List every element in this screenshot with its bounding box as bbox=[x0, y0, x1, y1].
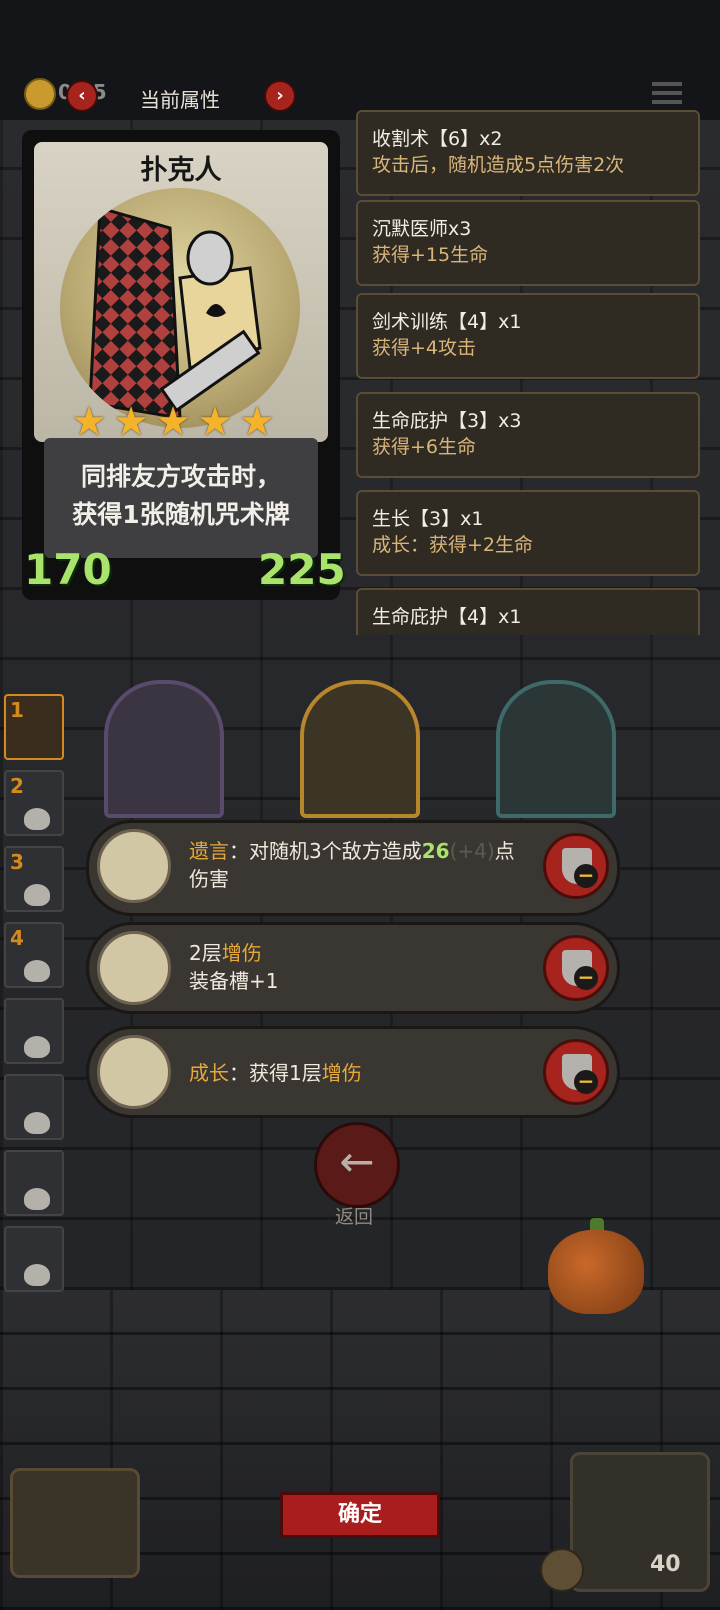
attribute-desc: 获得+15生命 bbox=[372, 244, 489, 266]
effect-prefix: 2层 bbox=[189, 941, 222, 965]
effect-keyword: 遗言 bbox=[189, 839, 229, 863]
next-tab-button[interactable]: › bbox=[264, 80, 296, 112]
crystal-icon bbox=[97, 1035, 171, 1109]
minus-icon: − bbox=[574, 864, 598, 888]
skull-icon bbox=[24, 960, 50, 982]
lineup-slot[interactable]: 1 bbox=[4, 694, 64, 760]
chevron-right-icon: › bbox=[276, 85, 284, 106]
lineup-slot[interactable]: 3 bbox=[4, 846, 64, 912]
skull-icon bbox=[24, 1036, 50, 1058]
trophy-icon bbox=[540, 1548, 584, 1592]
health-value: 225 bbox=[258, 545, 346, 594]
opponent-hud-right[interactable] bbox=[570, 1452, 710, 1592]
attribute-desc: 成长：获得+2生命 bbox=[372, 534, 534, 556]
slot-number: 2 bbox=[10, 774, 24, 798]
effect-row-growth[interactable]: 成长：获得1层增伤 − bbox=[86, 1026, 620, 1118]
tab-title: 当前属性 bbox=[140, 88, 220, 112]
attribute-desc: 获得+4攻击 bbox=[372, 337, 477, 359]
top-bar-background bbox=[0, 0, 720, 120]
attribute-name: 生长【3】x1 bbox=[372, 508, 484, 530]
attribute-item[interactable]: 生长【3】x1 成长：获得+2生命 bbox=[356, 490, 700, 576]
card-name: 扑克人 bbox=[140, 155, 222, 186]
attribute-desc: 攻击后，随机造成5点伤害2次 bbox=[372, 154, 625, 176]
coin-icon bbox=[24, 78, 56, 110]
effect-keyword: 增伤 bbox=[221, 941, 262, 965]
remove-effect-button[interactable]: − bbox=[543, 833, 609, 899]
slot-number: 3 bbox=[10, 850, 24, 874]
slot-number: 4 bbox=[10, 926, 24, 950]
card-description-line-2: 获得1张随机咒术牌 bbox=[72, 500, 290, 529]
lineup-slot[interactable] bbox=[4, 1226, 64, 1292]
minus-icon: − bbox=[574, 1070, 598, 1094]
attribute-list[interactable]: 收割术【6】x2 攻击后，随机造成5点伤害2次 沉默医师x3 获得+15生命 剑… bbox=[356, 110, 702, 635]
effect-row-damage-boost[interactable]: 2层增伤 装备槽+1 − bbox=[86, 922, 620, 1014]
heart-value: 40 bbox=[650, 1552, 681, 1577]
attribute-name: 收割术【6】x2 bbox=[372, 128, 503, 150]
minus-icon: − bbox=[574, 966, 598, 990]
poker-man-illustration bbox=[88, 206, 262, 420]
attribute-desc: 获得+6生命 bbox=[372, 436, 477, 458]
lineup-slot[interactable]: 4 bbox=[4, 922, 64, 988]
board-unit-portrait[interactable] bbox=[300, 680, 420, 818]
card-portrait bbox=[60, 188, 300, 428]
remove-effect-button[interactable]: − bbox=[543, 1039, 609, 1105]
chevron-left-icon: ‹ bbox=[78, 85, 86, 106]
lineup-slot[interactable] bbox=[4, 1074, 64, 1140]
lineup-slot[interactable]: 2 bbox=[4, 770, 64, 836]
attribute-item[interactable]: 沉默医师x3 获得+15生命 bbox=[356, 200, 700, 286]
effect-text-a: ：获得1层 bbox=[229, 1061, 322, 1085]
effect-bonus: (+4) bbox=[449, 839, 495, 863]
attribute-item[interactable]: 生命庇护【3】x3 获得+6生命 bbox=[356, 392, 700, 478]
skull-icon bbox=[24, 808, 50, 830]
card-description-line-1: 同排友方攻击时， bbox=[80, 462, 281, 491]
skull-icon bbox=[24, 1264, 50, 1286]
effect-line-2: 装备槽+1 bbox=[189, 969, 279, 993]
skull-icon bbox=[24, 1112, 50, 1134]
effect-text: 成长：获得1层增伤 bbox=[189, 1059, 529, 1087]
attribute-name: 沉默医师x3 bbox=[372, 218, 472, 240]
effect-row-deathrattle[interactable]: 遗言：对随机3个敌方造成26(+4)点伤害 − bbox=[86, 820, 620, 916]
arrow-left-icon: ← bbox=[339, 1137, 375, 1186]
board-unit-portrait[interactable] bbox=[104, 680, 224, 818]
menu-icon[interactable] bbox=[652, 82, 682, 108]
confirm-button[interactable]: 确定 bbox=[280, 1492, 440, 1538]
attribute-item[interactable]: 生命庇护【4】x1 bbox=[356, 588, 700, 635]
bomb-icon bbox=[97, 829, 171, 903]
attribute-name: 剑术训练【4】x1 bbox=[372, 311, 522, 333]
effect-text: 2层增伤 装备槽+1 bbox=[189, 939, 529, 995]
skull-icon bbox=[24, 884, 50, 906]
lineup-slot[interactable] bbox=[4, 998, 64, 1064]
effect-text: 遗言：对随机3个敌方造成26(+4)点伤害 bbox=[189, 837, 529, 893]
pumpkin-pet-icon[interactable] bbox=[548, 1230, 644, 1314]
back-label: 返回 bbox=[334, 1206, 373, 1228]
skull-icon bbox=[24, 1188, 50, 1210]
slot-number: 1 bbox=[10, 698, 24, 722]
back-button[interactable]: ← bbox=[314, 1122, 400, 1208]
prev-tab-button[interactable]: ‹ bbox=[66, 80, 98, 112]
board-unit-portrait[interactable] bbox=[496, 680, 616, 818]
effect-text-a: ：对随机3个敌方造成 bbox=[229, 839, 422, 863]
lineup-slot[interactable] bbox=[4, 1150, 64, 1216]
attack-value: 170 bbox=[24, 545, 112, 594]
remove-effect-button[interactable]: − bbox=[543, 935, 609, 1001]
attribute-item[interactable]: 剑术训练【4】x1 获得+4攻击 bbox=[356, 293, 700, 379]
attribute-name: 生命庇护【3】x3 bbox=[372, 410, 522, 432]
attribute-item[interactable]: 收割术【6】x2 攻击后，随机造成5点伤害2次 bbox=[356, 110, 700, 196]
player-hud-left[interactable] bbox=[10, 1468, 140, 1578]
card-description: 同排友方攻击时， 获得1张随机咒术牌 bbox=[44, 458, 318, 534]
effect-keyword-2: 增伤 bbox=[321, 1061, 362, 1085]
attribute-name: 生命庇护【4】x1 bbox=[372, 606, 522, 628]
effect-keyword: 成长 bbox=[189, 1061, 229, 1085]
gauntlet-icon bbox=[97, 931, 171, 1005]
effect-value: 26 bbox=[421, 839, 450, 863]
